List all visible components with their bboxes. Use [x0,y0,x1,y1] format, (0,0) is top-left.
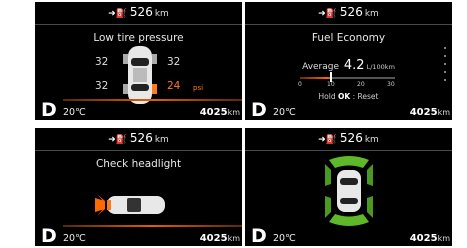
outside-temp: 20℃ [273,233,296,244]
scale-tick-0: 0 [298,81,302,88]
screen-title: Fuel Economy [311,32,386,44]
range-unit: km [154,135,169,145]
fuel-pump-icon: ➜⛽ [318,135,337,145]
status-footer: D 20℃ 4025km [245,226,452,246]
status-footer: D 20℃ 4025km [35,100,242,120]
fuel-pump-icon: ➜⛽ [318,9,337,19]
status-footer: D 20℃ 4025km [245,100,452,120]
average-value: 4.2 [343,58,365,73]
parking-sensor-icon [325,156,373,226]
odometer: 4025km [410,233,450,244]
car-top-view-icon [123,46,157,104]
economy-scale-bar [300,77,395,79]
tire-pressure-screen: ➜⛽ 526 km Low tire pressure 32 32 32 24 ps… [35,2,242,120]
average-unit: L/100km [366,63,395,71]
scale-tick-20: 20 [357,81,365,88]
fuel-pump-icon: ➜⛽ [108,9,127,19]
gear-indicator: D [251,99,267,120]
odometer-value: 4025 [409,107,438,118]
average-label: Average [302,62,340,72]
odometer-value: 4025 [409,233,438,244]
odometer: 4025km [200,233,240,244]
odometer: 4025km [200,107,240,118]
fuel-pump-icon: ➜⛽ [108,135,127,145]
warning-title: Check headlight [95,158,182,170]
tire-front-left: 32 [95,56,109,68]
headlight-screen: ➜⛽ 526 km Check headlight D 20℃ 4025km [35,128,242,246]
parking-sensor-screen: ➜⛽ 526 km D 20℃ 4025km [245,128,452,246]
warning-title: Low tire pressure [93,32,184,44]
odometer-unit: km [227,108,240,117]
scale-tick-10: 10 [327,81,335,88]
range-unit: km [364,135,379,145]
page-indicator [444,47,447,87]
divider [245,24,452,25]
range-unit: km [364,9,379,19]
tire-rear-right: 24 [167,80,181,92]
psi-unit: psi [193,84,204,92]
car-side-headlight-icon [95,194,165,216]
range-unit: km [154,9,169,19]
divider [35,24,242,25]
fuel-economy-screen: ➜⛽ 526 km Fuel Economy Average 4.2 L/100km … [245,2,452,120]
outside-temp: 20℃ [273,107,296,118]
range-value: 526 [129,5,153,19]
divider [35,150,242,151]
tire-front-right: 32 [167,56,181,68]
range-header: ➜⛽ 526 km [245,131,452,145]
divider [245,150,452,151]
status-footer: D 20℃ 4025km [35,226,242,246]
odometer: 4025km [410,107,450,118]
range-header: ➜⛽ 526 km [35,5,242,19]
range-header: ➜⛽ 526 km [245,5,452,19]
odometer-unit: km [227,234,240,243]
outside-temp: 20℃ [63,107,86,118]
gear-indicator: D [41,99,57,120]
odometer-unit: km [437,108,450,117]
odometer-unit: km [437,234,450,243]
range-value: 526 [339,5,363,19]
average-economy: Average 4.2 L/100km [245,58,452,73]
tire-rear-left: 32 [95,80,109,92]
gear-indicator: D [41,225,57,246]
odometer-value: 4025 [199,233,228,244]
range-value: 526 [339,131,363,145]
scale-tick-30: 30 [387,81,395,88]
gear-indicator: D [251,225,267,246]
outside-temp: 20℃ [63,233,86,244]
odometer-value: 4025 [199,107,228,118]
range-header: ➜⛽ 526 km [35,131,242,145]
range-value: 526 [129,131,153,145]
